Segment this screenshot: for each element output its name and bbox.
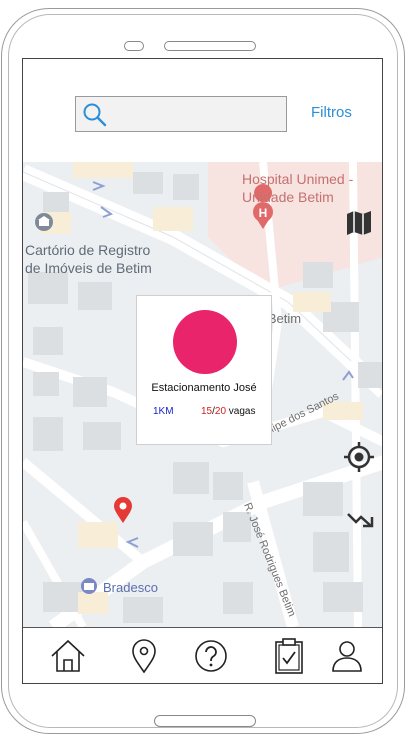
app-screen: Filtros H Hospital Unimed - Unidade Beti… bbox=[22, 58, 383, 684]
map-icon[interactable] bbox=[346, 210, 372, 236]
parking-spots-label: vagas bbox=[226, 406, 256, 417]
search-input[interactable] bbox=[114, 97, 286, 133]
location-marker-icon[interactable] bbox=[113, 496, 133, 524]
home-icon[interactable] bbox=[50, 638, 86, 674]
filters-link[interactable]: Filtros bbox=[311, 104, 352, 121]
parking-spots-total: 20 bbox=[214, 406, 227, 417]
svg-text:H: H bbox=[259, 206, 268, 220]
phone-camera bbox=[124, 41, 144, 51]
parking-name: Estacionamento José bbox=[151, 382, 257, 394]
crosshair-icon[interactable] bbox=[344, 442, 374, 472]
poi-hospital-label: Hospital Unimed - Unidade Betim bbox=[242, 171, 354, 205]
location-pin-icon[interactable] bbox=[126, 638, 162, 674]
parking-distance: 1KM bbox=[153, 406, 174, 417]
parking-info-card[interactable]: Estacionamento José 1KM 15/20 vagas bbox=[136, 295, 272, 445]
user-icon[interactable] bbox=[329, 638, 365, 674]
parking-spots-occupied: 15 bbox=[201, 406, 213, 417]
map-view[interactable]: H Hospital Unimed - Unidade Betim Cartór… bbox=[23, 162, 382, 627]
top-bar: Filtros bbox=[23, 59, 382, 163]
poi-bradesco-label: Bradesco bbox=[103, 580, 158, 595]
poi-cartorio-label: Cartório de Registro de Imóveis de Betim bbox=[25, 242, 152, 276]
parking-avatar bbox=[173, 310, 237, 374]
bottom-nav bbox=[23, 627, 382, 683]
parking-spots: 15/20 vagas bbox=[201, 406, 256, 417]
search-icon[interactable] bbox=[82, 102, 108, 128]
route-arrow-icon[interactable] bbox=[347, 510, 375, 530]
clipboard-icon[interactable] bbox=[271, 638, 307, 674]
help-icon[interactable] bbox=[193, 638, 229, 674]
phone-home-button[interactable] bbox=[154, 715, 256, 727]
search-bar[interactable] bbox=[75, 96, 287, 133]
phone-speaker bbox=[164, 41, 256, 51]
